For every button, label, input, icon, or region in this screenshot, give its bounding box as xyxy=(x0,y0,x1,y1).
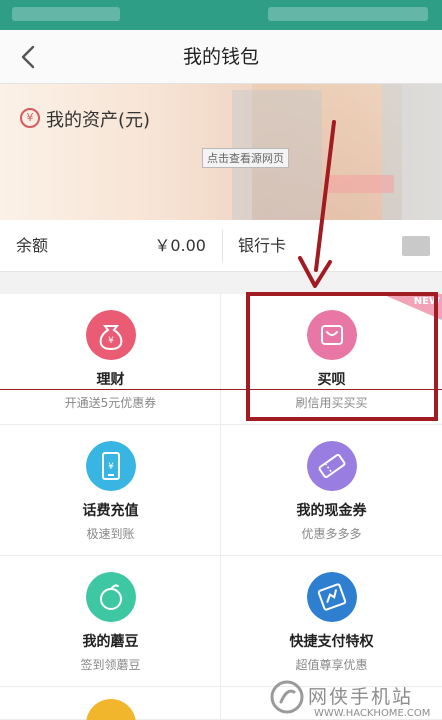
watermark-logo-icon xyxy=(270,680,304,714)
annotation-highlight-box xyxy=(246,292,438,421)
balance-value[interactable]: ￥0.00 xyxy=(154,220,206,272)
feature-name: 我的现金券 xyxy=(296,503,367,519)
feature-phone-recharge[interactable]: ¥ 话费充值 极速到账 xyxy=(0,425,221,556)
balance-row: 余额 ￥0.00 银行卡 xyxy=(0,220,442,272)
feature-subtitle: 优惠多多多 xyxy=(301,527,362,541)
balance-label: 余额 xyxy=(16,236,49,255)
asset-label: 我的资产(元) xyxy=(46,110,151,131)
feature-subtitle: 极速到账 xyxy=(86,527,135,541)
feature-subtitle: 开通送5元优惠券 xyxy=(64,396,157,410)
status-bar-blurred-info xyxy=(12,7,120,21)
watermark: 网侠手机站 WWW.HACKHOME.COM xyxy=(270,676,442,720)
coupon-icon xyxy=(307,441,357,491)
view-source-link[interactable]: 点击查看源网页 xyxy=(202,148,289,168)
annotation-arrow-icon xyxy=(298,120,336,288)
divider xyxy=(222,230,223,262)
feature-name: 理财 xyxy=(96,372,125,388)
card-privilege-icon xyxy=(307,572,357,622)
feature-name: 快捷支付特权 xyxy=(289,634,374,650)
feature-partial-row[interactable] xyxy=(0,687,221,720)
money-bag-icon: ¥ xyxy=(86,310,136,360)
feature-name: 我的蘑豆 xyxy=(82,634,139,650)
bank-card-count-blurred xyxy=(402,236,430,256)
status-bar-blurred-info xyxy=(268,7,428,21)
status-bar xyxy=(0,0,442,30)
partial-feature-icon xyxy=(86,699,136,720)
feature-licai[interactable]: ¥ 理财 开通送5元优惠券 xyxy=(0,294,221,425)
watermark-url: WWW.HACKHOME.COM xyxy=(314,708,431,719)
feature-quick-pay-privilege[interactable]: 快捷支付特权 超值尊享优惠 xyxy=(221,556,442,687)
nav-bar: 我的钱包 xyxy=(0,30,442,84)
feature-name: 话费充值 xyxy=(82,503,139,519)
svg-text:¥: ¥ xyxy=(108,462,114,472)
feature-cash-coupon[interactable]: 我的现金券 优惠多多多 xyxy=(221,425,442,556)
phone-recharge-icon: ¥ xyxy=(86,441,136,491)
banner-decoration xyxy=(382,84,442,220)
watermark-text: 网侠手机站 xyxy=(308,686,414,708)
wallet-screen: 我的钱包 ¥ 我的资产(元) 点击查看源网页 余额 ￥0.00 银行卡 ¥ 理财… xyxy=(0,0,442,720)
feature-mogu-beans[interactable]: 我的蘑豆 签到领蘑豆 xyxy=(0,556,221,687)
bean-icon xyxy=(86,572,136,622)
page-title: 我的钱包 xyxy=(182,46,259,68)
feature-subtitle: 签到领蘑豆 xyxy=(80,658,141,672)
bank-card-label[interactable]: 银行卡 xyxy=(238,220,286,272)
feature-subtitle: 超值尊享优惠 xyxy=(295,658,368,672)
svg-text:¥: ¥ xyxy=(108,336,114,346)
yen-circle-icon: ¥ xyxy=(20,108,40,128)
